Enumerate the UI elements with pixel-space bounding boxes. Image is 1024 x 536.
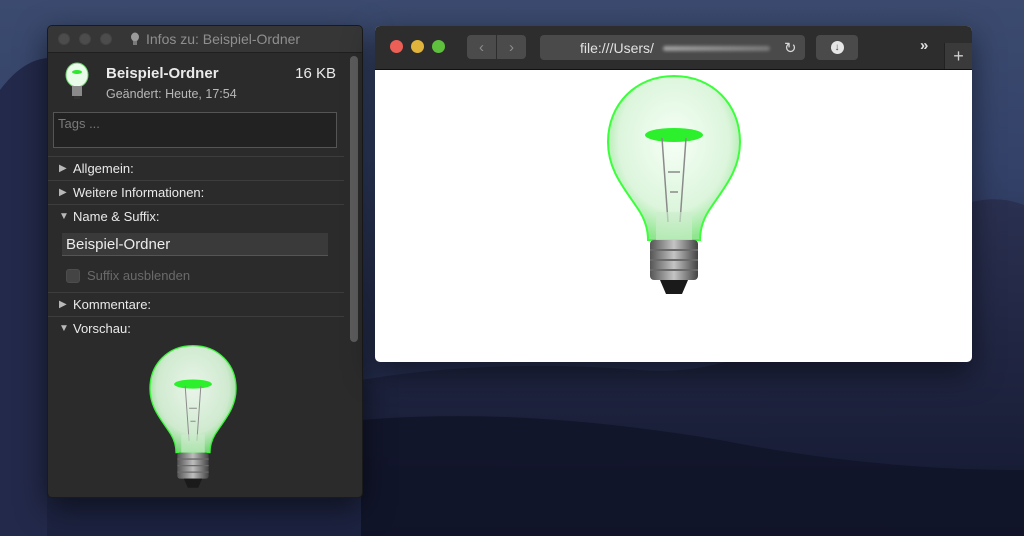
item-name: Beispiel-Ordner bbox=[106, 65, 219, 82]
preview-lightbulb-image bbox=[149, 344, 237, 488]
section-more-info[interactable]: ▶ Weitere Informationen: bbox=[48, 180, 344, 204]
checkbox-box[interactable] bbox=[66, 268, 80, 283]
forward-button[interactable]: › bbox=[497, 35, 526, 59]
name-field[interactable] bbox=[62, 233, 328, 256]
close-button[interactable] bbox=[58, 33, 70, 45]
new-tab-button[interactable]: + bbox=[944, 43, 972, 69]
info-window-title: Infos zu: Beispiel-Ordner bbox=[130, 31, 300, 47]
info-window-titlebar[interactable]: Infos zu: Beispiel-Ordner bbox=[48, 26, 362, 53]
zoom-button[interactable] bbox=[100, 33, 112, 45]
section-general[interactable]: ▶ Allgemein: bbox=[48, 156, 344, 180]
redacted-path bbox=[663, 46, 770, 51]
lightbulb-icon bbox=[65, 62, 89, 99]
download-icon: ↓ bbox=[830, 41, 844, 54]
disclosure-right-icon: ▶ bbox=[59, 187, 67, 198]
reload-icon[interactable]: ↻ bbox=[784, 39, 797, 57]
hide-suffix-checkbox[interactable]: Suffix ausblenden bbox=[66, 268, 190, 283]
address-bar[interactable]: file:///Users/ ↻ bbox=[540, 35, 805, 60]
lightbulb-icon bbox=[131, 32, 139, 45]
disclosure-right-icon: ▶ bbox=[59, 163, 67, 174]
minimize-button[interactable] bbox=[79, 33, 91, 45]
close-button[interactable] bbox=[390, 40, 403, 53]
chevron-right-icon: › bbox=[509, 38, 514, 56]
disclosure-right-icon: ▶ bbox=[59, 299, 67, 310]
url-text: file:///Users/ bbox=[580, 40, 654, 56]
disclosure-down-icon: ▼ bbox=[59, 323, 69, 334]
info-window: Infos zu: Beispiel-Ordner Beispiel-Ordne… bbox=[47, 25, 363, 498]
downloads-button[interactable]: ↓ bbox=[816, 35, 858, 60]
modified-date: Geändert: Heute, 17:54 bbox=[106, 87, 237, 101]
section-name-suffix[interactable]: ▼ Name & Suffix: bbox=[48, 204, 344, 228]
disclosure-down-icon: ▼ bbox=[59, 211, 69, 222]
back-button[interactable]: ‹ bbox=[467, 35, 496, 59]
chevron-left-icon: ‹ bbox=[479, 38, 484, 56]
browser-toolbar: ‹ › file:///Users/ ↻ ↓ » + bbox=[375, 26, 972, 70]
plus-icon: + bbox=[953, 45, 964, 66]
minimize-button[interactable] bbox=[411, 40, 424, 53]
overflow-chevron-icon[interactable]: » bbox=[920, 37, 928, 54]
item-size: 16 KB bbox=[295, 65, 336, 82]
browser-window: ‹ › file:///Users/ ↻ ↓ » + bbox=[375, 26, 972, 362]
lightbulb-image bbox=[606, 74, 742, 294]
zoom-button[interactable] bbox=[432, 40, 445, 53]
info-header: Beispiel-Ordner 16 KB Geändert: Heute, 1… bbox=[48, 53, 362, 111]
section-comments[interactable]: ▶ Kommentare: bbox=[48, 292, 344, 316]
tags-input[interactable]: Tags ... bbox=[53, 112, 337, 148]
section-preview[interactable]: ▼ Vorschau: bbox=[48, 316, 344, 340]
scrollbar-thumb[interactable] bbox=[350, 56, 358, 342]
